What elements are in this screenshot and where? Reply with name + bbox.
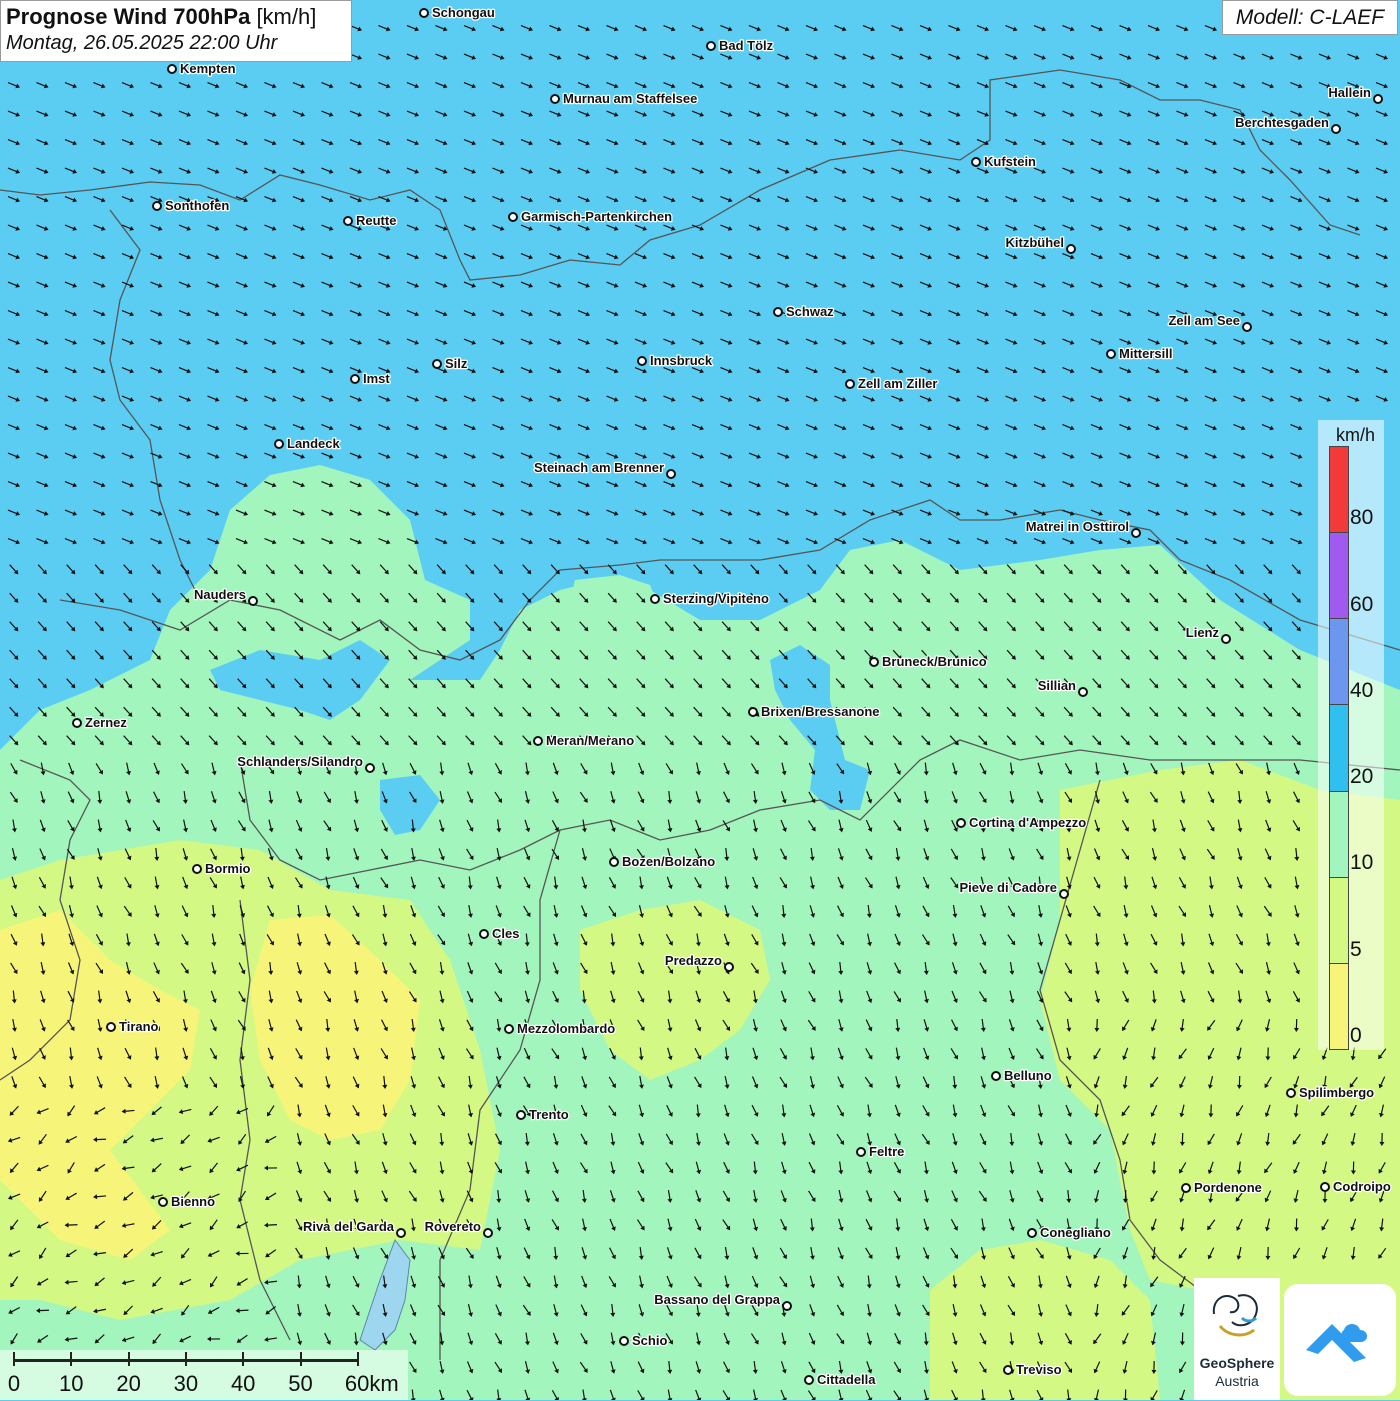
wind-map: SchongauBad TölzKemptenMurnau am Staffel… — [0, 0, 1400, 1400]
